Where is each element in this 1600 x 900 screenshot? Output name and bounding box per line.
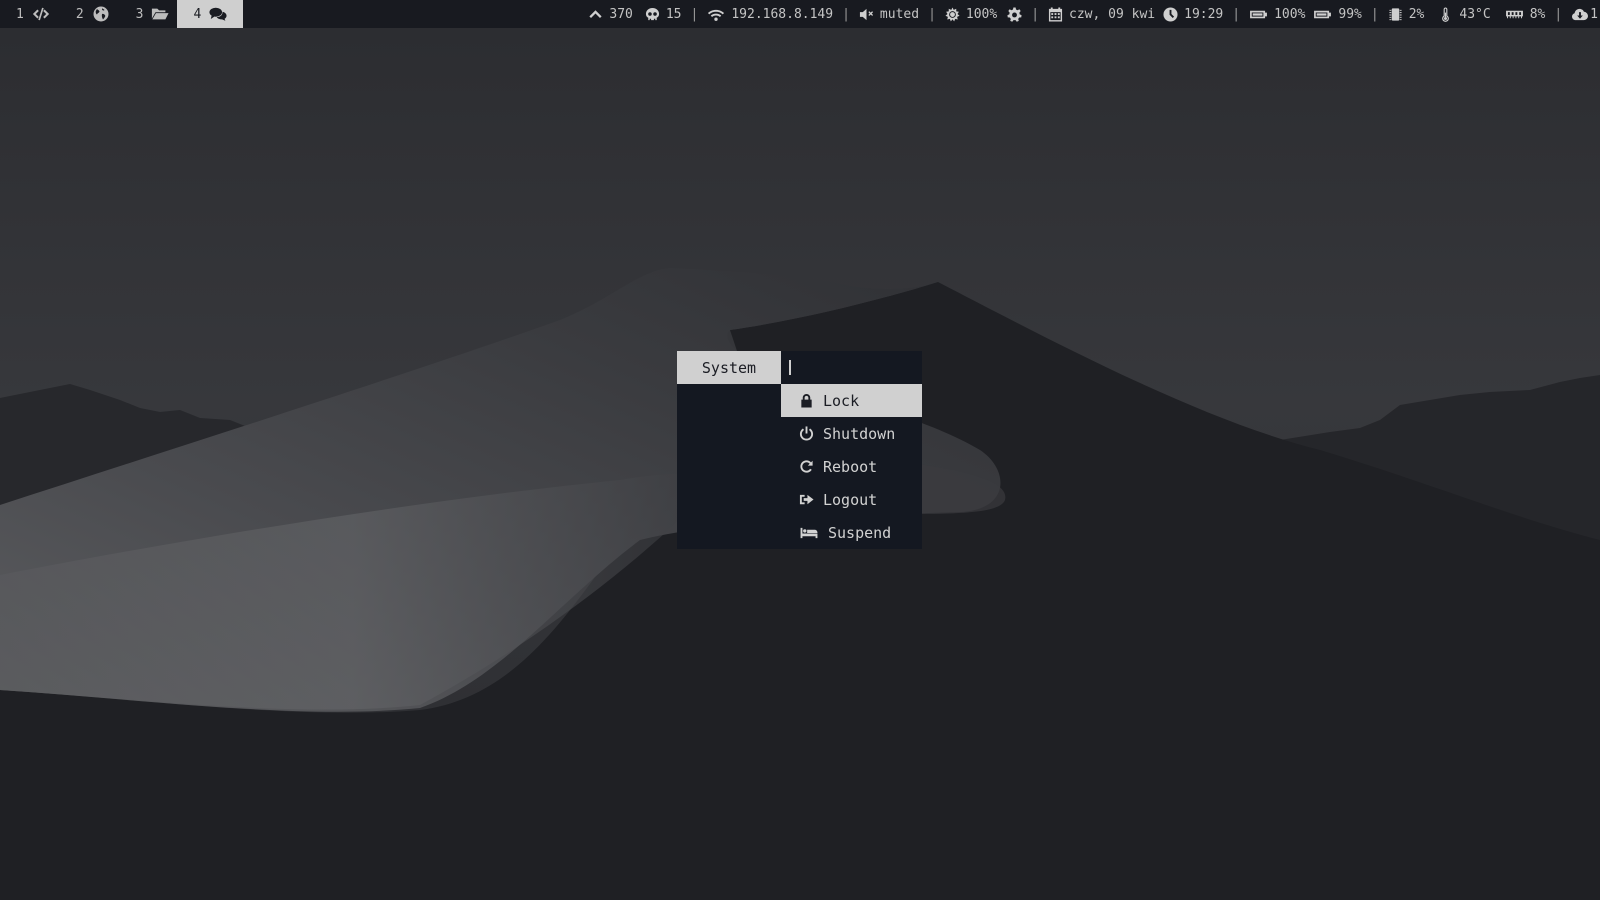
power-icon [799, 426, 814, 441]
battery-2-module[interactable]: 99% [1313, 6, 1362, 22]
chevron-up-icon [589, 9, 602, 18]
separator: | [842, 6, 850, 22]
prompt-label: System [677, 351, 781, 384]
separator: | [1370, 6, 1379, 22]
memory-module[interactable]: 8% [1505, 6, 1546, 22]
wifi-icon [708, 9, 725, 21]
ip-address: 192.168.8.149 [731, 6, 834, 22]
comments-icon [209, 7, 227, 21]
top-status-bar: 1 2 3 4 370 15 | 192.168.8.149 | muted |… [0, 0, 1600, 28]
workspace-4[interactable]: 4 [177, 0, 244, 28]
cloud-value: 1 [1590, 6, 1598, 22]
volume-module[interactable]: muted [859, 7, 919, 22]
cloud-module[interactable]: 1 [1571, 7, 1598, 22]
settings-module[interactable] [1007, 6, 1022, 22]
clock-module[interactable]: 19:29 [1163, 7, 1223, 22]
system-menu-launcher: System Lock Shutdown Reboot Logout Suspe… [677, 351, 922, 549]
workspace-switcher: 1 2 3 4 [0, 0, 244, 28]
network-module[interactable]: 192.168.8.149 [707, 7, 833, 22]
sign-out-icon [799, 494, 814, 505]
separator: | [928, 6, 936, 22]
folder-open-icon [152, 8, 170, 20]
volume-mute-icon [859, 8, 873, 20]
menu-item-lock[interactable]: Lock [781, 384, 922, 417]
brightness-module[interactable]: 100% [945, 7, 997, 22]
cpu-value: 2% [1408, 6, 1425, 22]
date-module[interactable]: czw, 09 kwi [1048, 7, 1155, 22]
temperature-module[interactable]: 43°C [1438, 6, 1491, 22]
menu-item-label: Lock [823, 391, 860, 410]
brightness-icon [945, 6, 960, 21]
menu-item-label: Shutdown [823, 424, 896, 443]
redo-icon [800, 460, 813, 473]
search-input[interactable] [781, 351, 922, 384]
workspace-number: 3 [135, 6, 144, 22]
time-value: 19:29 [1184, 6, 1224, 22]
thermometer-icon [1442, 6, 1450, 22]
battery-1-module[interactable]: 100% [1249, 7, 1305, 22]
lock-icon [801, 393, 812, 408]
workspace-3[interactable]: 3 [120, 0, 178, 28]
workspace-1[interactable]: 1 [0, 0, 60, 28]
memory-icon [1505, 10, 1523, 18]
menu-list: Lock Shutdown Reboot Logout Suspend [781, 384, 922, 549]
code-icon [32, 7, 49, 21]
separator: | [1031, 6, 1040, 22]
skull-count: 15 [665, 6, 682, 22]
status-modules: 370 15 | 192.168.8.149 | muted | 100% | … [588, 0, 1600, 28]
menu-item-logout[interactable]: Logout [781, 483, 922, 516]
skull-module[interactable]: 15 [645, 7, 682, 22]
battery-1-value: 100% [1274, 6, 1306, 22]
menu-item-label: Logout [823, 490, 878, 509]
battery-icon [1314, 10, 1332, 18]
text-cursor [789, 360, 791, 375]
cloud-download-icon [1572, 8, 1589, 20]
menu-item-shutdown[interactable]: Shutdown [781, 417, 922, 450]
temperature-value: 43°C [1459, 6, 1491, 22]
workspace-number: 1 [16, 6, 24, 22]
menu-item-label: Reboot [823, 457, 878, 476]
globe-icon [93, 6, 109, 22]
updates-module[interactable]: 370 [588, 6, 633, 22]
clock-icon [1163, 6, 1178, 22]
battery-icon [1250, 10, 1268, 18]
menu-item-reboot[interactable]: Reboot [781, 450, 922, 483]
separator: | [1554, 6, 1563, 22]
brightness-value: 100% [965, 6, 998, 22]
workspace-number: 2 [75, 6, 84, 22]
workspace-2[interactable]: 2 [60, 0, 120, 28]
date-value: czw, 09 kwi [1069, 6, 1156, 22]
volume-value: muted [879, 6, 920, 22]
menu-item-label: Suspend [828, 523, 892, 542]
calendar-icon [1048, 6, 1063, 22]
gear-icon [1007, 6, 1022, 22]
separator: | [1232, 6, 1241, 22]
separator: | [690, 6, 699, 22]
workspace-number: 4 [193, 6, 202, 22]
bed-icon [800, 527, 818, 539]
battery-2-value: 99% [1338, 6, 1362, 22]
memory-value: 8% [1529, 6, 1546, 22]
cpu-icon [1389, 7, 1402, 21]
cpu-module[interactable]: 2% [1388, 6, 1425, 22]
menu-item-suspend[interactable]: Suspend [781, 516, 922, 549]
updates-count: 370 [609, 6, 633, 22]
skull-icon [645, 7, 659, 20]
